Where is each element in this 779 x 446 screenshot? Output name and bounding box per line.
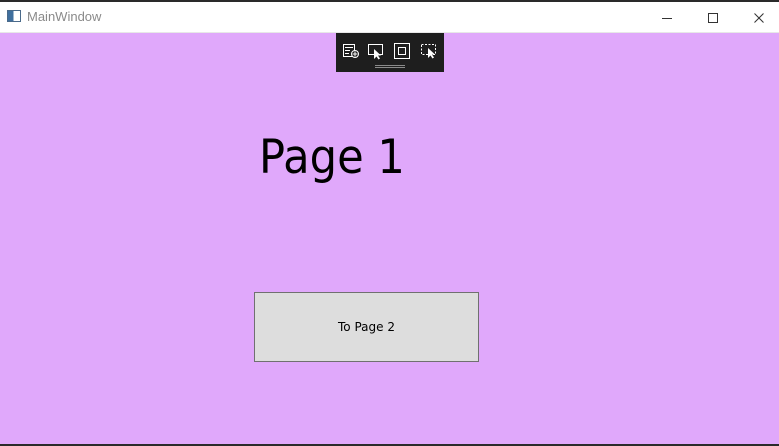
go-to-live-visual-tree-button[interactable] — [342, 42, 360, 60]
window-title: MainWindow — [27, 9, 102, 24]
maximize-icon — [708, 12, 718, 23]
main-window: MainWindow Page 1 To Page 2 — [0, 2, 779, 444]
select-element-icon — [368, 44, 383, 60]
page-title: Page 1 — [259, 130, 405, 185]
display-layout-adorners-icon — [394, 43, 410, 59]
go-to-live-visual-tree-icon — [343, 44, 359, 58]
xaml-debug-toolbar — [336, 33, 444, 72]
track-focused-element-icon — [421, 44, 436, 59]
track-focused-element-button[interactable] — [420, 42, 438, 60]
to-page-2-button[interactable]: To Page 2 — [254, 292, 479, 362]
close-icon — [754, 12, 764, 23]
minimize-icon — [662, 17, 672, 19]
minimize-button[interactable] — [644, 2, 690, 33]
maximize-button[interactable] — [690, 2, 736, 33]
app-window-icon — [7, 10, 21, 22]
toolbar-collapse-grip[interactable] — [375, 65, 405, 68]
close-button[interactable] — [736, 2, 779, 33]
title-bar[interactable]: MainWindow — [0, 2, 779, 33]
select-element-button[interactable] — [367, 42, 385, 60]
display-layout-adorners-button[interactable] — [393, 42, 411, 60]
